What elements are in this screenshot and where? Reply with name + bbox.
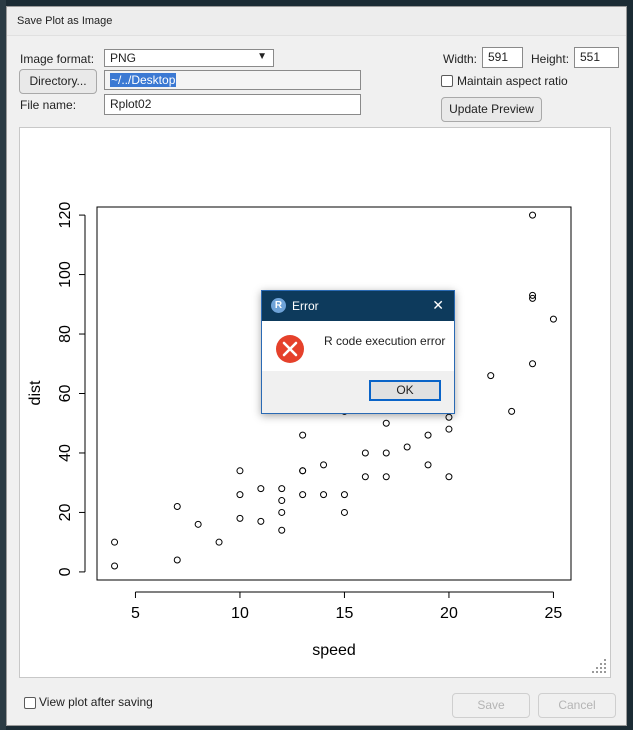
chevron-down-icon: ▼ bbox=[257, 51, 267, 62]
data-point bbox=[529, 211, 537, 219]
maintain-aspect-label: Maintain aspect ratio bbox=[457, 74, 568, 88]
data-point bbox=[382, 449, 390, 457]
y-tick-label: 120 bbox=[57, 202, 74, 229]
dialog-title: Save Plot as Image bbox=[17, 15, 113, 27]
image-format-value: PNG bbox=[110, 51, 137, 65]
cancel-button[interactable]: Cancel bbox=[538, 693, 616, 718]
data-point bbox=[173, 502, 181, 510]
y-tick-label: 100 bbox=[57, 261, 74, 288]
data-point bbox=[361, 449, 369, 457]
data-point bbox=[299, 467, 307, 475]
directory-field: ~/../Desktop bbox=[104, 70, 361, 90]
error-dialog-body: R code execution error bbox=[262, 321, 454, 371]
file-name-label: File name: bbox=[20, 98, 77, 112]
data-point bbox=[278, 497, 286, 505]
data-point bbox=[278, 508, 286, 516]
data-point bbox=[508, 407, 516, 415]
data-point bbox=[549, 315, 557, 323]
data-point bbox=[111, 538, 119, 546]
data-point bbox=[487, 372, 495, 380]
error-message: R code execution error bbox=[324, 334, 446, 348]
r-logo-icon: R bbox=[271, 298, 286, 313]
y-axis: 0 20 40 60 80 100 120 bbox=[57, 202, 86, 576]
data-point bbox=[382, 473, 390, 481]
y-tick-label: 0 bbox=[57, 567, 74, 576]
image-format-label: Image format: bbox=[20, 52, 95, 66]
data-point bbox=[299, 431, 307, 439]
data-point bbox=[215, 538, 223, 546]
data-point bbox=[529, 360, 537, 368]
data-point bbox=[424, 431, 432, 439]
y-tick-label: 80 bbox=[57, 325, 74, 343]
data-point bbox=[340, 508, 348, 516]
view-after-saving-label: View plot after saving bbox=[39, 695, 153, 709]
resize-grip-icon[interactable] bbox=[590, 657, 608, 675]
data-point bbox=[111, 562, 119, 570]
data-point bbox=[445, 473, 453, 481]
data-point bbox=[382, 419, 390, 427]
dialog-titlebar: Save Plot as Image bbox=[7, 7, 626, 36]
data-point bbox=[278, 485, 286, 493]
x-tick-label: 25 bbox=[545, 605, 563, 622]
error-dialog: R Error ✕ R code execution error OK bbox=[261, 290, 455, 414]
data-point bbox=[257, 517, 265, 525]
image-format-select[interactable]: PNG ▼ bbox=[104, 49, 274, 67]
data-point bbox=[236, 467, 244, 475]
x-axis-label: speed bbox=[312, 642, 356, 659]
data-point bbox=[236, 514, 244, 522]
view-after-saving-checkbox[interactable] bbox=[24, 697, 36, 709]
file-name-input[interactable]: Rplot02 bbox=[104, 94, 361, 115]
x-axis: 5 10 15 20 25 bbox=[131, 591, 563, 622]
update-preview-button[interactable]: Update Preview bbox=[441, 97, 542, 122]
data-point bbox=[320, 491, 328, 499]
data-point bbox=[194, 520, 202, 528]
width-input[interactable]: 591 bbox=[482, 47, 523, 68]
x-tick-label: 15 bbox=[336, 605, 354, 622]
width-label: Width: bbox=[443, 52, 478, 66]
directory-value: ~/../Desktop bbox=[110, 73, 177, 87]
data-point bbox=[340, 491, 348, 499]
error-dialog-titlebar: R Error ✕ bbox=[262, 291, 454, 321]
maintain-aspect-checkbox[interactable] bbox=[441, 75, 453, 87]
x-tick-label: 5 bbox=[131, 605, 140, 622]
data-point bbox=[445, 413, 453, 421]
save-button[interactable]: Save bbox=[452, 693, 530, 718]
y-tick-label: 60 bbox=[57, 385, 74, 403]
height-label: Height: bbox=[531, 52, 570, 66]
ok-button[interactable]: OK bbox=[369, 380, 441, 401]
data-point bbox=[445, 425, 453, 433]
x-tick-label: 10 bbox=[231, 605, 249, 622]
height-input[interactable]: 551 bbox=[574, 47, 619, 68]
data-point bbox=[278, 526, 286, 534]
data-point bbox=[361, 473, 369, 481]
y-tick-label: 20 bbox=[57, 503, 74, 521]
data-point bbox=[403, 443, 411, 451]
y-axis-label: dist bbox=[27, 380, 44, 405]
y-tick-label: 40 bbox=[57, 444, 74, 462]
data-point bbox=[257, 485, 265, 493]
error-x-icon bbox=[276, 335, 304, 363]
data-point bbox=[299, 491, 307, 499]
data-point bbox=[320, 461, 328, 469]
data-point bbox=[236, 491, 244, 499]
x-tick-label: 20 bbox=[440, 605, 458, 622]
data-point bbox=[173, 556, 181, 564]
data-point bbox=[424, 461, 432, 469]
error-dialog-title: Error bbox=[292, 299, 319, 313]
r-logo-letter: R bbox=[274, 300, 283, 311]
directory-button[interactable]: Directory... bbox=[19, 69, 97, 94]
close-icon[interactable]: ✕ bbox=[432, 297, 444, 314]
